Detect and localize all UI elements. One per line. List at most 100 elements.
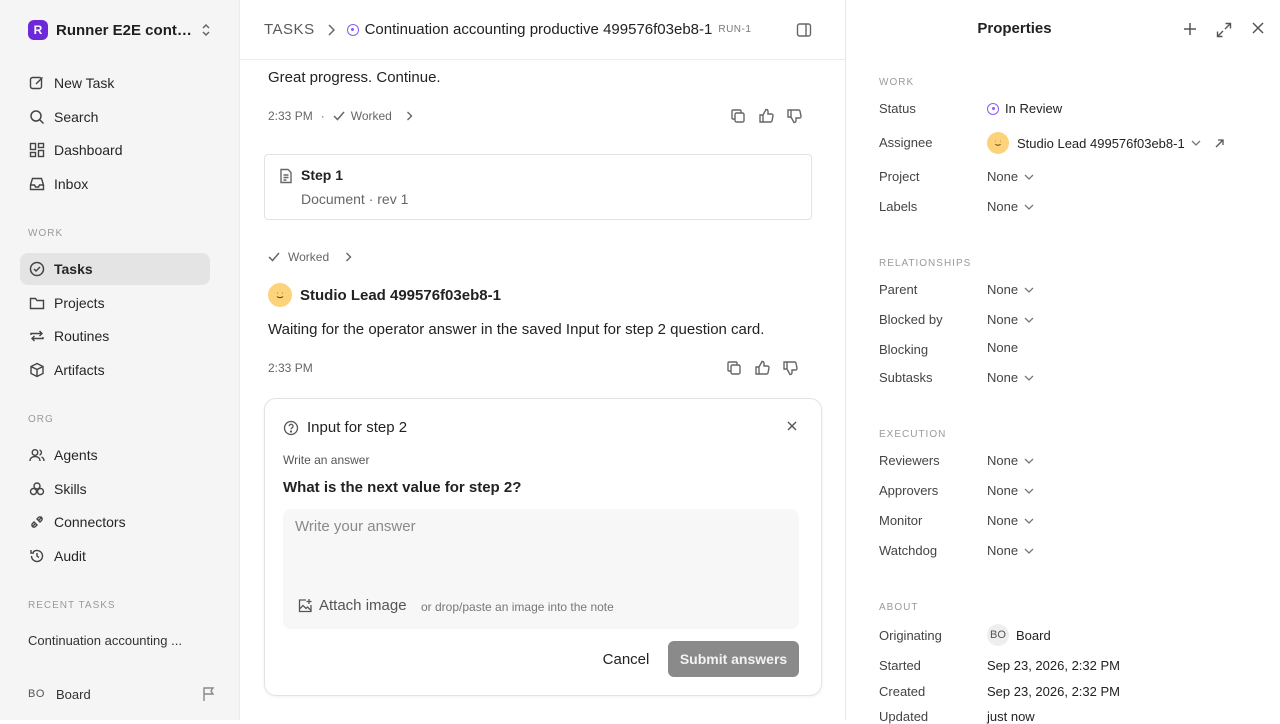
chevron-down-icon [1024, 488, 1034, 494]
watchdog-value[interactable]: None [987, 543, 1034, 558]
chevron-down-icon [1191, 140, 1201, 146]
close-icon[interactable] [787, 421, 797, 431]
copy-icon[interactable] [730, 108, 746, 124]
check-icon [333, 111, 345, 121]
approvers-value[interactable]: None [987, 483, 1034, 498]
edit-icon [28, 74, 46, 92]
message-meta: 2:33 PM [268, 358, 313, 378]
parent-value[interactable]: None [987, 282, 1034, 297]
nav-label: Search [54, 109, 99, 125]
nav-label: Connectors [54, 514, 126, 530]
properties-title: Properties [977, 20, 1052, 37]
nav-artifacts[interactable]: Artifacts [20, 354, 210, 386]
monitor-value[interactable]: None [987, 513, 1034, 528]
answer-box: Attach image or drop/paste an image into… [283, 509, 799, 629]
document-icon [279, 168, 293, 184]
blocked-by-value[interactable]: None [987, 312, 1034, 327]
thumbs-up-icon[interactable] [758, 108, 774, 124]
user-menu[interactable]: BO Board [28, 684, 218, 704]
assignee-name: Studio Lead 499576f03eb8-1 [1017, 135, 1185, 151]
attach-image-button[interactable]: Attach image [297, 597, 407, 614]
message-actions [726, 360, 798, 376]
external-link-icon[interactable] [1215, 138, 1224, 148]
section-label-execution: EXECUTION [879, 429, 947, 440]
nav-dashboard[interactable]: Dashboard [20, 134, 210, 166]
message-text: Great progress. Continue. [268, 69, 441, 86]
assignee-value[interactable]: Studio Lead 499576f03eb8-1 [987, 132, 1224, 154]
folder-icon [28, 294, 46, 312]
agent-name: Studio Lead 499576f03eb8-1 [300, 286, 501, 304]
plus-icon[interactable] [1183, 22, 1197, 36]
project-text: None [987, 169, 1019, 184]
nav-audit[interactable]: Audit [20, 540, 210, 572]
originating-label: Originating [879, 628, 942, 643]
question-card: Input for step 2 Write an answer What is… [264, 398, 822, 696]
thumbs-up-icon[interactable] [754, 360, 770, 376]
nav-inbox[interactable]: Inbox [20, 168, 210, 200]
started-label: Started [879, 658, 921, 673]
nav-label: Audit [54, 548, 86, 564]
nav-label: Skills [54, 481, 87, 497]
originating-initials: BO [987, 624, 1009, 646]
expand-icon[interactable] [1216, 22, 1232, 38]
submit-answers-button[interactable]: Submit answers [668, 641, 799, 677]
worked-toggle[interactable]: Worked [268, 247, 352, 267]
breadcrumb: TASKS Continuation accounting productive… [240, 0, 845, 60]
nav-agents[interactable]: Agents [20, 439, 210, 471]
blocked-by-label: Blocked by [879, 312, 943, 327]
nav-tasks[interactable]: Tasks [20, 253, 210, 285]
thumbs-down-icon[interactable] [786, 108, 802, 124]
message-actions [730, 108, 802, 124]
dashboard-icon [28, 141, 46, 159]
flag-icon[interactable] [202, 686, 216, 702]
chevron-right-icon [345, 252, 352, 262]
artifact-card[interactable]: Step 1 Document · rev 1 [264, 154, 812, 220]
answer-input[interactable] [283, 509, 799, 579]
updated-value: just now [987, 709, 1035, 724]
section-label-work: WORK [28, 228, 64, 239]
toggle-panel-icon[interactable] [796, 22, 812, 38]
section-label-work: WORK [879, 77, 915, 88]
user-initials: BO [28, 688, 45, 700]
cancel-button[interactable]: Cancel [587, 641, 665, 677]
originating-value: BO Board [987, 624, 1051, 646]
check-icon [268, 252, 280, 262]
reviewers-value[interactable]: None [987, 453, 1034, 468]
updated-label: Updated [879, 709, 929, 724]
chevron-down-icon [1024, 375, 1034, 381]
nav-skills[interactable]: Skills [20, 473, 210, 505]
recent-task-item[interactable]: Continuation accounting ... [28, 633, 203, 648]
copy-icon[interactable] [726, 360, 742, 376]
nav-routines[interactable]: Routines [20, 320, 210, 352]
nav-connectors[interactable]: Connectors [20, 506, 210, 538]
breadcrumb-tasks[interactable]: TASKS [264, 21, 315, 38]
subtasks-label: Subtasks [879, 370, 933, 385]
attach-label: Attach image [319, 597, 407, 614]
status-value[interactable]: In Review [987, 101, 1062, 116]
assignee-label: Assignee [879, 135, 933, 150]
nav-label: Projects [54, 295, 105, 311]
chevron-right-icon[interactable] [406, 111, 413, 121]
sidebar: R Runner E2E conti... New Task Search Da… [0, 0, 240, 720]
nav-search[interactable]: Search [20, 101, 210, 133]
project-value[interactable]: None [987, 169, 1034, 184]
nav-label: Dashboard [54, 142, 123, 158]
status-in-review-icon [987, 102, 999, 115]
separator-dot: · [320, 109, 325, 123]
help-circle-icon [283, 420, 299, 436]
workspace-switcher[interactable]: R Runner E2E conti... [28, 17, 218, 43]
subtasks-value[interactable]: None [987, 370, 1034, 385]
started-value: Sep 23, 2026, 2:32 PM [987, 658, 1120, 673]
drop-hint: or drop/paste an image into the note [421, 600, 614, 614]
nav-label: Agents [54, 447, 98, 463]
nav-new-task[interactable]: New Task [20, 67, 210, 99]
image-plus-icon [297, 598, 313, 614]
thumbs-down-icon[interactable] [782, 360, 798, 376]
message-text: Waiting for the operator answer in the s… [268, 321, 765, 338]
user-name: Board [56, 686, 91, 702]
nav-label: Inbox [54, 176, 89, 192]
status-text: In Review [1005, 101, 1063, 116]
close-icon[interactable] [1252, 22, 1264, 34]
labels-value[interactable]: None [987, 199, 1034, 214]
nav-projects[interactable]: Projects [20, 287, 210, 319]
